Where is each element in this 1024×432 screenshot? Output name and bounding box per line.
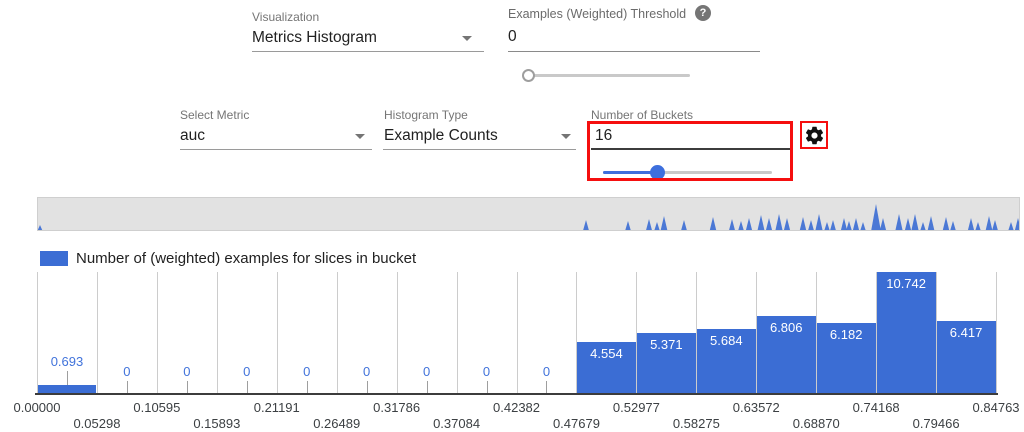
x-axis-tick-label: 0.10595 — [117, 400, 197, 415]
chart-gridline — [37, 272, 38, 393]
histogram-bar[interactable] — [38, 385, 97, 393]
chart-gridline — [576, 272, 577, 393]
chart-gridline — [876, 272, 877, 393]
x-axis-tick-label: 0.26489 — [297, 416, 377, 431]
x-axis-tick-label: 0.79466 — [896, 416, 976, 431]
chart-gridline — [636, 272, 637, 393]
x-axis-tick-label: 0.21191 — [237, 400, 317, 415]
x-axis-tick-label: 0.31786 — [357, 400, 437, 415]
bar-value-label: 6.417 — [926, 325, 1006, 340]
chart-gridline — [816, 272, 817, 393]
chart-gridline — [696, 272, 697, 393]
chart-gridline — [457, 272, 458, 393]
x-axis-tick-label: 0.63572 — [716, 400, 796, 415]
chart-gridline — [97, 272, 98, 393]
x-axis-tick-label: 0.84763 — [956, 400, 1024, 415]
chart-gridline — [217, 272, 218, 393]
x-axis-tick-label: 0.58275 — [656, 416, 736, 431]
histogram-chart: 0.693000000004.5545.3715.6846.8066.18210… — [0, 0, 1024, 432]
annotation-stem — [67, 371, 68, 385]
bar-value-label: 6.182 — [806, 327, 886, 342]
x-axis-tick-label: 0.15893 — [177, 416, 257, 431]
x-axis-tick-label: 0.68870 — [776, 416, 856, 431]
x-axis-tick-label: 0.37084 — [417, 416, 497, 431]
chart-gridline — [277, 272, 278, 393]
metrics-histogram-page: Visualization Metrics Histogram Examples… — [0, 0, 1024, 432]
chart-gridline — [397, 272, 398, 393]
bar-value-label: 10.742 — [866, 276, 946, 291]
chart-gridline — [996, 272, 997, 393]
chart-gridline — [517, 272, 518, 393]
chart-gridline — [756, 272, 757, 393]
chart-gridline — [157, 272, 158, 393]
x-axis-tick-label: 0.47679 — [536, 416, 616, 431]
x-axis-tick-label: 0.05298 — [57, 416, 137, 431]
x-axis-tick-label: 0.52977 — [596, 400, 676, 415]
x-axis-tick-label: 0.00000 — [0, 400, 77, 415]
x-axis-tick-label: 0.42382 — [477, 400, 557, 415]
x-axis-line — [35, 393, 998, 395]
x-axis-tick-label: 0.74168 — [836, 400, 916, 415]
bar-value-label: 0 — [506, 364, 586, 379]
chart-gridline — [337, 272, 338, 393]
chart-gridline — [936, 272, 937, 393]
